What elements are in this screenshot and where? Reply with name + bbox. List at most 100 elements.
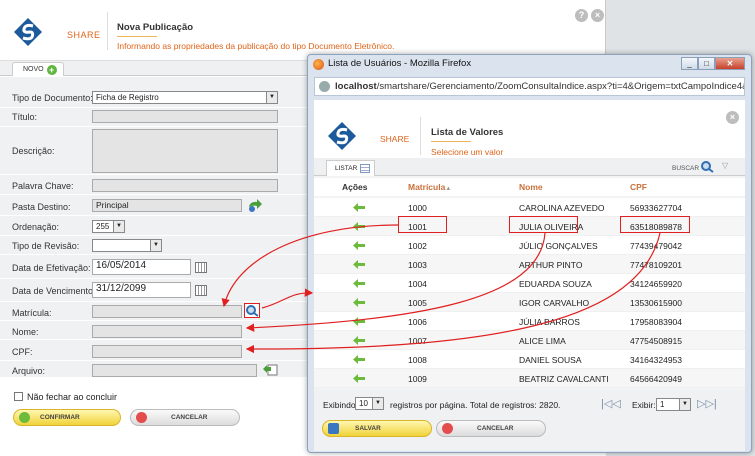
last-page-icon[interactable]: ▷▷| — [697, 397, 717, 410]
tab-listar-label: LISTAR — [335, 165, 358, 172]
nome-input[interactable] — [92, 325, 242, 338]
descricao-textarea[interactable] — [92, 129, 278, 173]
data-efetivacao-input[interactable]: 16/05/2014 — [92, 259, 191, 275]
titulo-input[interactable] — [92, 110, 278, 123]
cancelar-button[interactable]: CANCELAR — [130, 409, 240, 426]
table-row[interactable]: 1003 ARTHUR PINTO 77478109201 — [314, 255, 745, 274]
calendar-icon[interactable] — [195, 285, 207, 296]
highlight-matricula — [398, 216, 447, 233]
popup-subtitle: Selecione um valor — [431, 147, 504, 157]
calendar-icon[interactable] — [195, 262, 207, 273]
cell-matricula: 1007 — [408, 336, 427, 346]
cell-matricula: 1003 — [408, 260, 427, 270]
cell-cpf: 17958083904 — [630, 317, 683, 327]
salvar-button[interactable]: SALVAR — [322, 420, 432, 437]
ordenacao-select[interactable]: 255 ▼ — [92, 220, 125, 233]
cell-nome: ALICE LIMA — [519, 336, 566, 346]
tipo-revisao-select[interactable]: ▼ — [92, 239, 162, 252]
cell-matricula: 1006 — [408, 317, 427, 327]
close-icon[interactable]: × — [726, 111, 739, 124]
popup-header: SHARE Lista de Valores Selecione um valo… — [314, 100, 745, 158]
help-icon[interactable]: ? — [575, 9, 588, 22]
first-page-icon[interactable]: |◁◁ — [601, 397, 621, 410]
search-icon[interactable] — [700, 160, 714, 173]
maximize-button[interactable]: □ — [698, 57, 715, 70]
window-close-button[interactable]: ✕ — [715, 57, 745, 70]
cell-nome: JÚLIO GONÇALVES — [519, 241, 598, 251]
table-row[interactable]: 1002 JÚLIO GONÇALVES 77439479042 — [314, 236, 745, 255]
folder-select-icon[interactable] — [247, 198, 263, 213]
page-select[interactable]: 1 ▼ — [656, 398, 691, 411]
list-icon — [360, 164, 371, 173]
tab-novo[interactable]: NOVO + — [12, 62, 64, 76]
table-row[interactable]: 1006 JÚLIA BARROS 17958083904 — [314, 312, 745, 331]
pasta-destino-input: Principal — [92, 199, 242, 212]
header-divider — [107, 12, 108, 50]
title-underline — [431, 141, 471, 142]
chevron-down-icon: ▼ — [679, 399, 690, 410]
col-matricula-label: Matrícula — [408, 182, 446, 192]
registros-label: registros por página. Total de registros… — [390, 400, 561, 410]
confirmar-button[interactable]: CONFIRMAR — [13, 409, 121, 426]
page-size-select[interactable]: 10 ▼ — [355, 397, 384, 410]
exibir-label: Exibir: — [632, 400, 656, 410]
data-vencimento-input[interactable]: 31/12/2099 — [92, 282, 191, 298]
field-label: Descrição: — [12, 146, 55, 156]
table-row[interactable]: 1005 IGOR CARVALHO 13530615900 — [314, 293, 745, 312]
cell-matricula: 1009 — [408, 374, 427, 384]
tab-listar[interactable]: LISTAR — [326, 160, 376, 176]
upload-file-icon[interactable] — [262, 362, 278, 376]
col-matricula[interactable]: Matrícula▲ — [408, 182, 451, 192]
col-cpf[interactable]: CPF — [630, 182, 647, 192]
address-bar[interactable]: localhost/smartshare/Gerenciamento/ZoomC… — [314, 77, 745, 96]
popup-cancelar-button[interactable]: CANCELAR — [436, 420, 546, 437]
chevron-down-icon: ▼ — [113, 221, 124, 232]
close-icon[interactable]: × — [591, 9, 604, 22]
zoom-lookup-button[interactable] — [244, 303, 260, 318]
collapse-icon[interactable]: ▽ — [722, 161, 728, 170]
confirmar-label: CONFIRMAR — [40, 414, 80, 421]
select-arrow-icon[interactable] — [353, 279, 365, 288]
select-arrow-icon[interactable] — [353, 260, 365, 269]
cell-cpf: 77439479042 — [630, 241, 683, 251]
matricula-input[interactable] — [92, 305, 242, 318]
nao-fechar-checkbox[interactable] — [14, 392, 23, 401]
tipo-documento-select[interactable]: Ficha de Registro ▼ — [92, 91, 278, 104]
select-arrow-icon[interactable] — [353, 203, 365, 212]
page-title: Nova Publicação — [117, 22, 194, 33]
palavra-chave-input[interactable] — [92, 179, 278, 192]
table-row[interactable]: 1007 ALICE LIMA 47754508915 — [314, 331, 745, 350]
select-arrow-icon[interactable] — [353, 374, 365, 383]
url-path: /smartshare/Gerenciamento/ZoomConsultaIn… — [376, 81, 745, 92]
field-label: Tipo de Documento: — [12, 93, 93, 103]
table-row[interactable]: 1008 DANIEL SOUSA 34164324953 — [314, 350, 745, 369]
select-arrow-icon[interactable] — [353, 336, 365, 345]
header-divider — [420, 117, 421, 155]
table-row[interactable]: 1004 EDUARDA SOUZA 34124659920 — [314, 274, 745, 293]
select-arrow-icon[interactable] — [353, 355, 365, 364]
title-underline — [117, 36, 157, 37]
col-nome[interactable]: Nome — [519, 182, 543, 192]
select-arrow-icon[interactable] — [353, 298, 365, 307]
table-row[interactable]: 1000 CAROLINA AZEVEDO 56933627704 — [314, 198, 745, 217]
field-label: Palavra Chave: — [12, 181, 74, 191]
cell-matricula: 1002 — [408, 241, 427, 251]
select-arrow-icon[interactable] — [353, 317, 365, 326]
cpf-input[interactable] — [92, 345, 242, 358]
minimize-button[interactable]: _ — [681, 57, 698, 70]
page-subtitle: Informando as propriedades da publicação… — [117, 41, 395, 51]
cancel-icon — [442, 423, 453, 434]
cell-nome: JÚLIA BARROS — [519, 317, 580, 327]
cell-nome: EDUARDA SOUZA — [519, 279, 592, 289]
share-logo-icon — [14, 18, 42, 46]
table-row[interactable]: 1009 BEATRIZ CAVALCANTI 64566420949 — [314, 369, 745, 388]
field-label: CPF: — [12, 347, 33, 357]
select-arrow-icon[interactable] — [353, 222, 365, 231]
cell-nome: ARTHUR PINTO — [519, 260, 583, 270]
page-value: 1 — [660, 400, 665, 409]
arquivo-input[interactable] — [92, 364, 257, 377]
popup-brand-label: SHARE — [380, 134, 410, 144]
popup-content: SHARE Lista de Valores Selecione um valo… — [314, 100, 745, 451]
cell-matricula: 1005 — [408, 298, 427, 308]
select-arrow-icon[interactable] — [353, 241, 365, 250]
